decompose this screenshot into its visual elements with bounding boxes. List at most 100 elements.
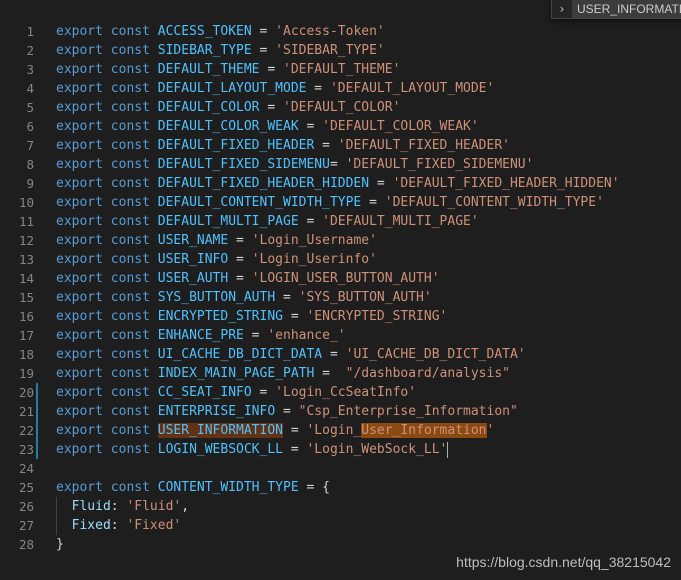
code-text[interactable]: Fixed: 'Fixed' [56, 516, 182, 535]
assignment-operator: = [322, 347, 346, 362]
export-keyword: export [56, 480, 103, 495]
code-text[interactable]: Fluid: 'Fluid', [56, 497, 189, 516]
code-line[interactable]: 11 export const DEFAULT_MULTI_PAGE = 'DEF… [0, 212, 681, 231]
line-number: 2 [26, 43, 34, 58]
chevron-right-icon[interactable]: › [552, 0, 572, 18]
code-line[interactable]: 17 export const ENHANCE_PRE = 'enhance_' [0, 326, 681, 345]
code-text[interactable]: export const DEFAULT_THEME = 'DEFAULT_TH… [56, 60, 400, 79]
code-text[interactable]: export const USER_INFORMATION = 'Login_U… [56, 421, 494, 440]
code-line[interactable]: 18 export const UI_CACHE_DB_DICT_DATA = '… [0, 345, 681, 364]
code-line[interactable]: 24 [0, 459, 681, 478]
const-keyword: const [110, 138, 150, 153]
string-value: 'Fluid' [126, 499, 182, 514]
code-text[interactable]: export const ENCRYPTED_STRING = 'ENCRYPT… [56, 307, 447, 326]
assignment-operator: = [228, 252, 252, 267]
constant-name: SYS_BUTTON_AUTH [157, 290, 276, 305]
code-text[interactable]: export const SIDEBAR_TYPE = 'SIDEBAR_TYP… [56, 41, 385, 60]
code-line[interactable]: 4 export const DEFAULT_LAYOUT_MODE = 'DEF… [0, 79, 681, 98]
line-number: 6 [26, 119, 34, 134]
code-line[interactable]: 8 export const DEFAULT_FIXED_SIDEMENU= 'D… [0, 155, 681, 174]
code-line[interactable]: 26 Fluid: 'Fluid', [0, 497, 681, 516]
constant-name: CC_SEAT_INFO [157, 385, 252, 400]
export-keyword: export [56, 309, 103, 324]
constant-name: DEFAULT_THEME [157, 62, 260, 77]
const-keyword: const [110, 157, 150, 172]
string-value: 'UI_CACHE_DB_DICT_DATA' [345, 347, 526, 362]
code-text[interactable]: export const USER_AUTH = 'LOGIN_USER_BUT… [56, 269, 440, 288]
code-text[interactable]: export const USER_INFO = 'Login_Userinfo… [56, 250, 377, 269]
code-line[interactable]: 23 export const LOGIN_WEBSOCK_LL = 'Login… [0, 440, 681, 459]
code-line[interactable]: 25 export const CONTENT_WIDTH_TYPE = { [0, 478, 681, 497]
constant-name: USER_NAME [157, 233, 229, 248]
constant-name: LOGIN_WEBSOCK_LL [157, 442, 283, 457]
code-text[interactable]: export const ENTERPRISE_INFO = "Csp_Ente… [56, 402, 518, 421]
code-text[interactable]: export const ENHANCE_PRE = 'enhance_' [56, 326, 346, 345]
code-lines[interactable]: 1 export const ACCESS_TOKEN = 'Access-Tok… [0, 22, 681, 554]
constant-name: ACCESS_TOKEN [157, 24, 252, 39]
code-line[interactable]: 28} [0, 535, 681, 554]
code-text[interactable]: export const DEFAULT_FIXED_HEADER = 'DEF… [56, 136, 510, 155]
export-keyword: export [56, 195, 103, 210]
code-line[interactable]: 7 export const DEFAULT_FIXED_HEADER = 'DE… [0, 136, 681, 155]
code-text[interactable]: } [56, 535, 64, 554]
const-keyword: const [110, 328, 150, 343]
code-line[interactable]: 15 export const SYS_BUTTON_AUTH = 'SYS_BU… [0, 288, 681, 307]
assignment-operator: = [298, 214, 323, 229]
code-line[interactable]: 21 export const ENTERPRISE_INFO = "Csp_En… [0, 402, 681, 421]
code-line[interactable]: 9 export const DEFAULT_FIXED_HEADER_HIDDE… [0, 174, 681, 193]
find-match: User_Information [361, 423, 487, 438]
const-keyword: const [110, 24, 150, 39]
const-keyword: const [110, 252, 150, 267]
code-editor[interactable]: 1 export const ACCESS_TOKEN = 'Access-Tok… [0, 0, 681, 580]
constant-name: DEFAULT_CONTENT_WIDTH_TYPE [157, 195, 362, 210]
line-number: 1 [26, 24, 34, 39]
code-text[interactable]: export const DEFAULT_FIXED_SIDEMENU= 'DE… [56, 155, 533, 174]
code-text[interactable]: export const CC_SEAT_INFO = 'Login_CcSea… [56, 383, 416, 402]
string-value: 'DEFAULT_LAYOUT_MODE' [329, 81, 495, 96]
assignment-operator: = [259, 62, 283, 77]
string-value: 'LOGIN_USER_BUTTON_AUTH' [251, 271, 440, 286]
code-text[interactable]: export const DEFAULT_CONTENT_WIDTH_TYPE … [56, 193, 604, 212]
code-text[interactable]: export const DEFAULT_LAYOUT_MODE = 'DEFA… [56, 79, 494, 98]
code-line[interactable]: 6 export const DEFAULT_COLOR_WEAK = 'DEFA… [0, 117, 681, 136]
code-line[interactable]: 13 export const USER_INFO = 'Login_Userin… [0, 250, 681, 269]
constant-name: DEFAULT_FIXED_HEADER_HIDDEN [157, 176, 370, 191]
find-input[interactable]: USER_INFORMATION [572, 0, 681, 18]
code-text[interactable]: export const SYS_BUTTON_AUTH = 'SYS_BUTT… [56, 288, 432, 307]
code-text[interactable]: export const USER_NAME = 'Login_Username… [56, 231, 377, 250]
string-value: 'DEFAULT_COLOR' [283, 100, 401, 115]
string-value: 'DEFAULT_FIXED_HEADER_HIDDEN' [392, 176, 620, 191]
code-line[interactable]: 14 export const USER_AUTH = 'LOGIN_USER_B… [0, 269, 681, 288]
find-widget[interactable]: › USER_INFORMATION [551, 0, 681, 19]
code-line[interactable]: 10 export const DEFAULT_CONTENT_WIDTH_TYP… [0, 193, 681, 212]
code-text[interactable]: export const DEFAULT_MULTI_PAGE = 'DEFAU… [56, 212, 479, 231]
assignment-operator: = [251, 43, 276, 58]
export-keyword: export [56, 100, 103, 115]
code-line[interactable]: 19 export const INDEX_MAIN_PAGE_PATH = "/… [0, 364, 681, 383]
line-number: 12 [18, 233, 34, 248]
code-text[interactable]: export const DEFAULT_COLOR = 'DEFAULT_CO… [56, 98, 400, 117]
code-line[interactable]: 5 export const DEFAULT_COLOR = 'DEFAULT_C… [0, 98, 681, 117]
code-text[interactable]: export const DEFAULT_FIXED_HEADER_HIDDEN… [56, 174, 620, 193]
code-line[interactable]: 12 export const USER_NAME = 'Login_Userna… [0, 231, 681, 250]
code-line[interactable]: 20 export const CC_SEAT_INFO = 'Login_CcS… [0, 383, 681, 402]
code-line[interactable]: 3 export const DEFAULT_THEME = 'DEFAULT_T… [0, 60, 681, 79]
code-text[interactable]: export const DEFAULT_COLOR_WEAK = 'DEFAU… [56, 117, 479, 136]
code-line[interactable]: 16 export const ENCRYPTED_STRING = 'ENCRY… [0, 307, 681, 326]
code-line[interactable]: 27 Fixed: 'Fixed' [0, 516, 681, 535]
code-line[interactable]: 2 export const SIDEBAR_TYPE = 'SIDEBAR_TY… [0, 41, 681, 60]
code-text[interactable]: export const ACCESS_TOKEN = 'Access-Toke… [56, 22, 385, 41]
code-line[interactable]: 22 export const USER_INFORMATION = 'Login… [0, 421, 681, 440]
code-text[interactable]: export const CONTENT_WIDTH_TYPE = { [56, 478, 330, 497]
assignment-operator: = [275, 290, 299, 305]
assignment-operator: = [228, 271, 252, 286]
string-value: 'Login_Username' [251, 233, 377, 248]
code-line[interactable]: 1 export const ACCESS_TOKEN = 'Access-Tok… [0, 22, 681, 41]
string-value: 'DEFAULT_THEME' [283, 62, 401, 77]
code-text[interactable]: export const LOGIN_WEBSOCK_LL = 'Login_W… [56, 440, 449, 459]
line-number: 4 [26, 81, 34, 96]
code-text[interactable]: export const INDEX_MAIN_PAGE_PATH = "/da… [56, 364, 510, 383]
code-text[interactable]: export const UI_CACHE_DB_DICT_DATA = 'UI… [56, 345, 526, 364]
export-keyword: export [56, 271, 103, 286]
modified-line-indicator [36, 421, 38, 440]
